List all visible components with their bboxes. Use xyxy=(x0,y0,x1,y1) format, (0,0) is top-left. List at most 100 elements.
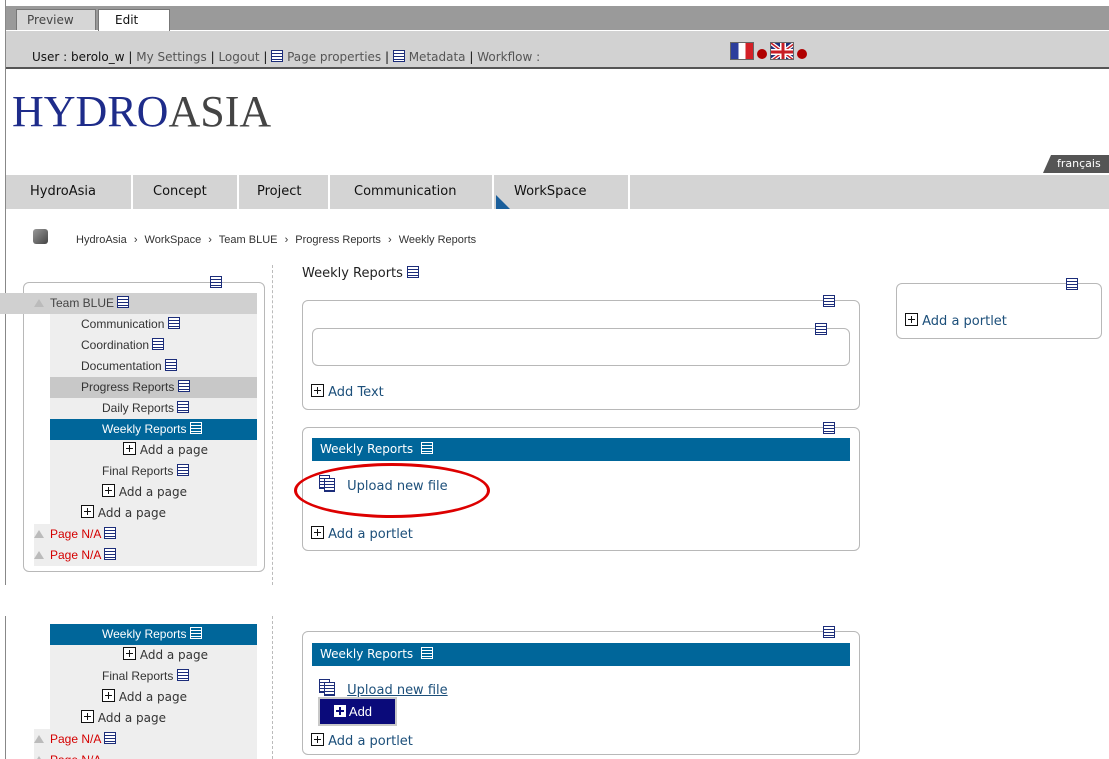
portlet-area-properties-icon[interactable] xyxy=(823,422,835,434)
tree-item-page-na[interactable]: Page N/A xyxy=(34,750,257,759)
tree-label: Final Reports xyxy=(102,464,174,478)
collapse-icon[interactable] xyxy=(34,299,44,307)
add-portlet-label: Add a portlet xyxy=(922,314,1007,329)
collapse-icon[interactable] xyxy=(34,551,44,559)
tree-item-final-reports[interactable]: Final Reports xyxy=(50,461,257,482)
tree-item-documentation[interactable]: Documentation xyxy=(50,356,257,377)
tree-item-add-page[interactable]: Add a page xyxy=(50,687,257,708)
tree-label: Page N/A xyxy=(50,753,101,759)
properties-icon[interactable] xyxy=(407,266,420,278)
document-icon xyxy=(319,679,337,696)
my-settings-link[interactable]: My Settings xyxy=(136,50,207,64)
upload-label: Upload new file xyxy=(347,683,448,698)
tree-item-add-page[interactable]: Add a page xyxy=(50,503,257,524)
tab-edit[interactable]: Edit xyxy=(98,9,170,31)
nav-item-workspace[interactable]: WorkSpace xyxy=(494,175,630,209)
tree-item-add-page[interactable]: Add a page xyxy=(50,482,257,503)
right-portlet-panel xyxy=(896,283,1102,339)
text-panel-properties-icon[interactable] xyxy=(823,295,835,307)
properties-icon[interactable] xyxy=(189,422,202,434)
nav-label: Communication xyxy=(354,184,457,199)
tree-item-weekly-reports-selected[interactable]: Weekly Reports xyxy=(50,419,257,440)
site-logo[interactable]: HYDROASIA xyxy=(12,86,271,138)
properties-icon[interactable] xyxy=(104,548,117,560)
tree-item-progress-reports[interactable]: Progress Reports xyxy=(50,377,257,398)
text-box-properties-icon[interactable] xyxy=(815,323,827,335)
nav-item-communication[interactable]: Communication xyxy=(330,175,494,209)
properties-icon[interactable] xyxy=(104,732,117,744)
logo-asia: ASIA xyxy=(168,87,272,136)
metadata-link[interactable]: Metadata xyxy=(409,50,466,64)
tree-item-daily-reports[interactable]: Daily Reports xyxy=(50,398,257,419)
tree-item-add-page[interactable]: Add a page xyxy=(50,440,257,461)
tree-item-weekly-reports-selected[interactable]: Weekly Reports xyxy=(50,624,257,645)
tree-item-add-page[interactable]: Add a page xyxy=(50,708,257,729)
page-properties-icon[interactable] xyxy=(271,50,284,62)
tree-item-final-reports[interactable]: Final Reports xyxy=(50,666,257,687)
highlight-ellipse xyxy=(294,463,490,518)
tree-label: Final Reports xyxy=(102,669,174,683)
logo-hydro: HYDRO xyxy=(12,87,169,136)
add-portlet-button[interactable]: Add a portlet xyxy=(311,526,413,542)
metadata-icon[interactable] xyxy=(392,50,405,62)
french-flag-icon[interactable] xyxy=(730,42,754,60)
add-portlet-button[interactable]: Add a portlet xyxy=(311,733,413,749)
tab-edit-label: Edit xyxy=(115,13,139,27)
tree-panel-properties-icon[interactable] xyxy=(210,276,222,288)
uk-flag-icon[interactable] xyxy=(770,42,794,60)
tree-item-coordination[interactable]: Coordination xyxy=(50,335,257,356)
properties-icon[interactable] xyxy=(104,527,117,539)
tree-item-page-na[interactable]: Page N/A xyxy=(34,524,257,545)
properties-icon[interactable] xyxy=(152,338,165,350)
page-properties-link[interactable]: Page properties xyxy=(287,50,381,64)
tree-item-page-na[interactable]: Page N/A xyxy=(34,545,257,566)
breadcrumb-item-weekly-reports[interactable]: Weekly Reports xyxy=(399,234,476,246)
uk-status-dot-icon xyxy=(797,49,807,59)
portlet-area-properties-icon[interactable] xyxy=(823,626,835,638)
properties-icon[interactable] xyxy=(165,359,178,371)
properties-icon[interactable] xyxy=(176,464,189,476)
properties-icon[interactable] xyxy=(177,380,190,392)
text-content-box[interactable] xyxy=(312,328,850,366)
tab-preview[interactable]: Preview xyxy=(16,9,96,30)
language-tab[interactable]: français xyxy=(1043,155,1109,173)
right-panel-properties-icon[interactable] xyxy=(1066,278,1078,290)
add-text-button[interactable]: Add Text xyxy=(311,384,384,400)
user-label: User : berolo_w xyxy=(32,50,125,64)
add-icon xyxy=(81,505,94,518)
nav-item-concept[interactable]: Concept xyxy=(133,175,239,209)
add-context-menu[interactable]: Add xyxy=(318,697,397,726)
right-add-portlet-button[interactable]: Add a portlet xyxy=(905,313,1007,329)
tree-item-team-blue-row[interactable]: Team BLUE xyxy=(34,293,257,314)
add-menu-icon xyxy=(334,705,346,717)
tree-label: Page N/A xyxy=(50,548,101,562)
properties-icon[interactable] xyxy=(117,296,130,308)
breadcrumb-separator: › xyxy=(133,234,138,246)
collapse-icon[interactable] xyxy=(34,735,44,743)
breadcrumb-item-workspace[interactable]: WorkSpace xyxy=(145,234,202,246)
tree-item-add-page[interactable]: Add a page xyxy=(50,645,257,666)
add-icon xyxy=(905,313,918,326)
breadcrumb-item-progress-reports[interactable]: Progress Reports xyxy=(295,234,381,246)
logout-link[interactable]: Logout xyxy=(218,50,259,64)
properties-icon[interactable] xyxy=(176,669,189,681)
collapse-icon[interactable] xyxy=(34,530,44,538)
tree-label: Coordination xyxy=(81,338,150,352)
properties-icon[interactable] xyxy=(167,317,180,329)
page-title: Weekly Reports xyxy=(302,266,420,281)
breadcrumb-separator: › xyxy=(387,234,392,246)
nav-item-hydroasia[interactable]: HydroAsia xyxy=(6,175,133,209)
upload-new-file-link[interactable]: Upload new file xyxy=(319,679,448,698)
nav-item-project[interactable]: Project xyxy=(239,175,330,209)
tree-item-communication[interactable]: Communication xyxy=(50,314,257,335)
breadcrumb-item-team-blue[interactable]: Team BLUE xyxy=(219,234,278,246)
breadcrumb-item-hydroasia[interactable]: HydroAsia xyxy=(76,234,127,246)
properties-icon[interactable] xyxy=(177,401,190,413)
tree-item-page-na[interactable]: Page N/A xyxy=(34,729,257,750)
add-icon xyxy=(311,526,324,539)
properties-icon[interactable] xyxy=(420,442,433,454)
properties-icon[interactable] xyxy=(420,647,433,659)
add-menu-label: Add xyxy=(348,704,373,719)
tree-label: Progress Reports xyxy=(81,380,175,394)
properties-icon[interactable] xyxy=(189,627,202,639)
